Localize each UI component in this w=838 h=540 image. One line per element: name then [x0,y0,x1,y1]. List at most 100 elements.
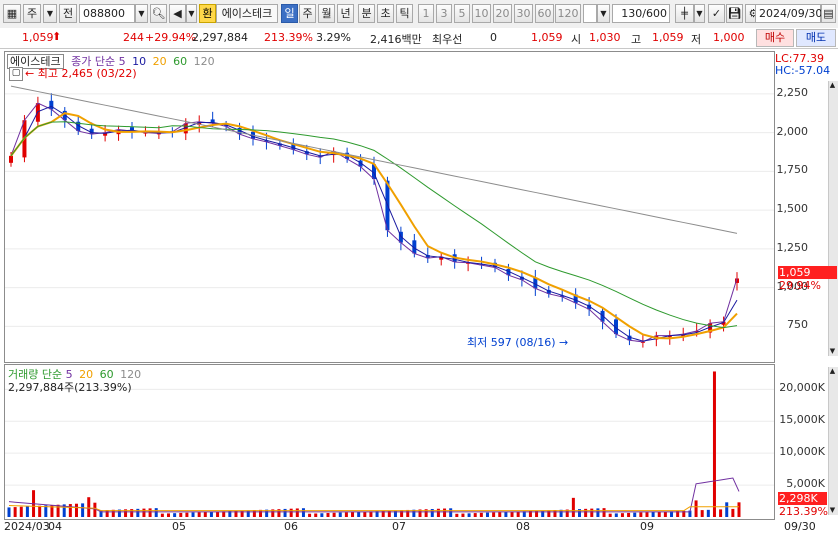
change-value: 244 [123,31,144,44]
volume-chart-pane[interactable]: 거래량 단순 5 20 60 120 2,297,884주(213.39%) [4,364,775,520]
market-dropdown-icon[interactable]: ▼ [43,4,57,23]
interval-60[interactable]: 60 [535,4,554,23]
hc-label: HC:-57.04 [775,64,831,77]
volume-bar [584,508,588,517]
ma20-legend: 20 [152,55,167,68]
code-input[interactable]: 088800 [79,4,135,23]
price-chart-pane[interactable]: 에이스테크 종가 단순 5 10 20 60 120 ▢ ← 최고 2,465 … [4,51,775,363]
ma60-line [10,121,738,329]
period-week[interactable]: 주 [299,4,316,23]
save-icon[interactable]: 💾︎ [726,4,743,23]
high-note-text: 최고 2,465 (03/22) [37,67,137,80]
volume-bar [185,512,189,517]
market-select[interactable]: 주 [23,4,41,23]
prev-button[interactable]: 전 [59,4,77,23]
low-note-text: 최저 597 (08/16) [467,336,556,349]
volume-scrollbar[interactable] [828,367,838,515]
vol-scroll-down-icon[interactable]: ▼ [828,506,837,516]
volume-bar [154,508,158,517]
volume-bar [620,513,624,517]
speaker-dropdown-icon[interactable]: ▼ [186,4,197,23]
volume-bar [332,512,336,517]
period-month[interactable]: 월 [318,4,335,23]
volume-bar [504,511,508,517]
volume-bar [467,513,471,517]
price-tick-label: 1,250 [776,240,809,254]
hwan-button[interactable]: 환 [199,4,216,23]
interval-5[interactable]: 5 [454,4,470,23]
count-display[interactable]: 130/600 [612,4,670,23]
interval-120[interactable]: 120 [555,4,581,23]
interval-dropdown-icon[interactable]: ▼ [597,4,610,23]
date-tick-label: 04 [48,520,62,533]
search-icon[interactable]: 🔍︎ [150,4,167,23]
volume-bar [320,513,324,517]
volume-tick-label: 10,000K [779,445,825,459]
interval-custom-input[interactable] [583,4,597,23]
candle-type-dropdown-icon[interactable]: ▼ [694,4,705,23]
volume-bar [492,512,496,517]
interval-20[interactable]: 20 [493,4,512,23]
volume-bar [719,509,723,517]
volume-bar [246,510,250,517]
volume-bar [633,512,637,517]
volume-bar [38,505,42,517]
volume-bar [608,513,612,517]
change-percent: +29.94% [145,31,197,44]
volume-bar [455,513,459,517]
ma120-legend: 120 [193,55,215,68]
low-value: 1,000 [713,31,745,44]
volume-bar [602,508,606,517]
volume-bar [81,503,85,517]
candle-type-icon[interactable]: ╪ [675,4,694,23]
speaker-icon[interactable]: ◀ [169,4,186,23]
period-minute[interactable]: 분 [358,4,375,23]
volume-bar [694,500,698,517]
scroll-down-icon[interactable]: ▼ [828,347,837,357]
period-year[interactable]: 년 [337,4,354,23]
volume-bar [289,508,293,517]
volume-bar [547,510,551,517]
period-day[interactable]: 일 [281,4,298,23]
volume-bar [596,508,600,517]
interval-30[interactable]: 30 [514,4,533,23]
period-second[interactable]: 초 [377,4,394,23]
sell-button[interactable]: 매도 [796,29,836,47]
interval-1[interactable]: 1 [418,4,434,23]
lock-icon[interactable]: ▢ [9,67,23,81]
buy-button[interactable]: 매수 [756,29,794,47]
volume-bar [712,371,716,517]
volume-bar [179,512,183,517]
volume-bar [87,497,91,517]
volume-bar [351,512,355,517]
calendar-icon[interactable]: ▤ [821,4,836,23]
grid-icon[interactable]: ▦ [3,4,21,23]
code-dropdown-icon[interactable]: ▼ [135,4,148,23]
interval-10[interactable]: 10 [472,4,491,23]
date-tick-label: 08 [516,520,530,533]
price-scrollbar[interactable] [828,81,838,356]
volume-tick-label: 15,000K [779,413,825,427]
checkline-icon[interactable]: ✓ [708,4,725,23]
volume-bar [639,512,643,517]
vol-scroll-up-icon[interactable]: ▲ [828,367,837,377]
date-tick-label: 07 [392,520,406,533]
price-tick-label: 2,000 [776,124,809,138]
count-max: /600 [642,7,667,20]
volume-bar [203,511,207,517]
turnover-value: 3.29% [316,31,351,44]
volume-ratio: 213.39% [264,31,313,44]
interval-3[interactable]: 3 [436,4,452,23]
volume-bar [209,511,213,517]
ma120-line [10,85,738,234]
volume-tick-label: 5,000K [786,477,825,491]
volume-bar [731,508,735,517]
volume-bar [173,513,177,517]
stock-name-display: 에이스테크 [216,4,278,23]
volume-bar [252,510,256,517]
vma5-line [8,477,740,513]
scroll-up-icon[interactable]: ▲ [828,81,837,91]
candle-body [49,100,54,110]
date-input[interactable]: 2024/09/30 [755,4,822,23]
period-tick[interactable]: 틱 [396,4,413,23]
